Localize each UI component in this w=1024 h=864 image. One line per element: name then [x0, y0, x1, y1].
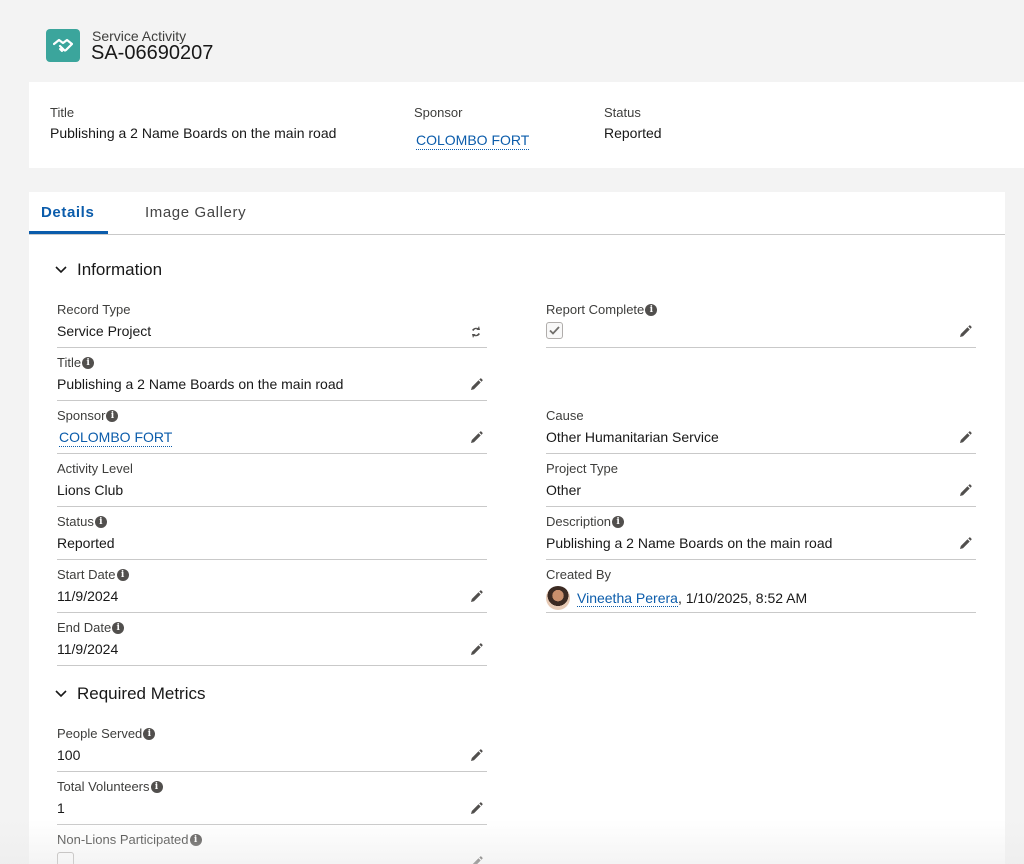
- field-report-complete: Report Complete i: [546, 295, 976, 348]
- status-value: Reported: [57, 535, 115, 551]
- highlight-status-value: Reported: [604, 125, 662, 141]
- field-project-type: Project Type Other: [546, 454, 976, 507]
- sponsor-link[interactable]: COLOMBO FORT: [59, 429, 173, 447]
- field-non-lions-participated: Non-Lions Participated i: [57, 825, 487, 864]
- cause-label: Cause: [546, 408, 584, 423]
- description-label: Description: [546, 514, 612, 529]
- tab-details[interactable]: Details: [41, 204, 94, 221]
- report-complete-checkbox[interactable]: [546, 322, 563, 339]
- created-by-user-link[interactable]: Vineetha Perera: [577, 590, 678, 607]
- chevron-down-icon: [55, 690, 67, 698]
- highlight-sponsor: Sponsor COLOMBO FORT: [414, 105, 530, 150]
- highlight-title-value: Publishing a 2 Name Boards on the main r…: [50, 125, 337, 141]
- edit-pencil-icon[interactable]: [958, 431, 972, 445]
- field-status: Status i Reported: [57, 507, 487, 560]
- start-date-label: Start Date: [57, 567, 116, 582]
- info-icon[interactable]: i: [106, 409, 119, 422]
- section-required-metrics-title: Required Metrics: [77, 684, 206, 703]
- highlight-status: Status Reported: [604, 105, 662, 141]
- chevron-down-icon: [55, 266, 67, 274]
- status-label: Status: [57, 514, 94, 529]
- field-record-type: Record Type Service Project: [57, 295, 487, 348]
- edit-pencil-icon[interactable]: [958, 537, 972, 551]
- highlight-sponsor-label: Sponsor: [414, 105, 463, 120]
- edit-pencil-icon[interactable]: [469, 856, 483, 864]
- end-date-value: 11/9/2024: [57, 641, 119, 657]
- field-activity-level: Activity Level Lions Club: [57, 454, 487, 507]
- non-lions-participated-label: Non-Lions Participated: [57, 832, 189, 847]
- info-icon[interactable]: i: [143, 727, 156, 740]
- cause-value: Other Humanitarian Service: [546, 429, 719, 445]
- end-date-label: End Date: [57, 620, 112, 635]
- activity-level-value: Lions Club: [57, 482, 124, 498]
- record-type-value: Service Project: [57, 323, 152, 339]
- created-by-timestamp: , 1/10/2025, 8:52 AM: [677, 590, 808, 606]
- highlight-status-label: Status: [604, 105, 641, 120]
- handshake-icon: [46, 29, 80, 62]
- section-information-toggle[interactable]: Information: [55, 260, 162, 280]
- report-complete-label: Report Complete: [546, 302, 645, 317]
- edit-pencil-icon[interactable]: [469, 643, 483, 657]
- info-icon[interactable]: i: [150, 780, 163, 793]
- avatar[interactable]: [546, 586, 570, 610]
- project-type-label: Project Type: [546, 461, 619, 476]
- edit-pencil-icon[interactable]: [958, 484, 972, 498]
- people-served-label: People Served: [57, 726, 143, 741]
- field-people-served: People Served i 100: [57, 719, 487, 772]
- active-tab-indicator: [29, 231, 108, 234]
- description-value: Publishing a 2 Name Boards on the main r…: [546, 535, 833, 551]
- edit-pencil-icon[interactable]: [469, 749, 483, 763]
- info-icon[interactable]: i: [116, 568, 129, 581]
- created-by-label: Created By: [546, 567, 612, 582]
- field-cause: Cause Other Humanitarian Service: [546, 401, 976, 454]
- info-icon[interactable]: i: [94, 515, 107, 528]
- page-header: Service Activity SA-06690207: [0, 0, 1024, 82]
- highlight-title: Title Publishing a 2 Name Boards on the …: [50, 105, 336, 141]
- change-record-type-icon[interactable]: [469, 325, 483, 339]
- project-type-value: Other: [546, 482, 582, 498]
- edit-pencil-icon[interactable]: [469, 378, 483, 392]
- section-required-metrics-toggle[interactable]: Required Metrics: [55, 684, 206, 704]
- field-start-date: Start Date i 11/9/2024: [57, 560, 487, 613]
- highlight-sponsor-link[interactable]: COLOMBO FORT: [416, 132, 530, 150]
- field-sponsor: Sponsor i COLOMBO FORT: [57, 401, 487, 454]
- total-volunteers-label: Total Volunteers: [57, 779, 150, 794]
- activity-level-label: Activity Level: [57, 461, 133, 476]
- tab-image-gallery[interactable]: Image Gallery: [145, 204, 246, 221]
- record-type-label: Record Type: [57, 302, 131, 317]
- checkmark-icon: [549, 326, 560, 335]
- record-detail-card: Details Image Gallery Information Record…: [29, 192, 1005, 864]
- field-label: Record Type: [57, 302, 130, 317]
- non-lions-participated-checkbox[interactable]: [57, 852, 74, 864]
- info-icon[interactable]: i: [645, 303, 658, 316]
- edit-pencil-icon[interactable]: [469, 431, 483, 445]
- info-icon[interactable]: i: [189, 833, 202, 846]
- title-value: Publishing a 2 Name Boards on the main r…: [57, 376, 344, 392]
- sponsor-label: Sponsor: [57, 408, 106, 423]
- field-title: Title i Publishing a 2 Name Boards on the…: [57, 348, 487, 401]
- edit-pencil-icon[interactable]: [469, 590, 483, 604]
- title-label: Title: [57, 355, 82, 370]
- edit-pencil-icon[interactable]: [469, 802, 483, 816]
- start-date-value: 11/9/2024: [57, 588, 119, 604]
- section-information-title: Information: [77, 260, 163, 279]
- created-by-row: Vineetha Perera , 1/10/2025, 8:52 AM: [546, 586, 807, 610]
- tab-bar: Details Image Gallery: [29, 192, 1005, 235]
- field-total-volunteers: Total Volunteers i 1: [57, 772, 487, 825]
- highlights-panel: Title Publishing a 2 Name Boards on the …: [29, 82, 1024, 168]
- record-name: SA-06690207: [91, 42, 214, 64]
- field-description: Description i Publishing a 2 Name Boards …: [546, 507, 976, 560]
- highlight-title-label: Title: [50, 105, 75, 120]
- info-icon[interactable]: i: [112, 621, 125, 634]
- field-created-by: Created By Vineetha Perera , 1/10/2025, …: [546, 560, 976, 613]
- edit-pencil-icon[interactable]: [958, 325, 972, 339]
- info-icon[interactable]: i: [612, 515, 625, 528]
- total-volunteers-value: 1: [57, 800, 65, 816]
- info-icon[interactable]: i: [82, 356, 95, 369]
- field-end-date: End Date i 11/9/2024: [57, 613, 487, 666]
- people-served-value: 100: [57, 747, 81, 763]
